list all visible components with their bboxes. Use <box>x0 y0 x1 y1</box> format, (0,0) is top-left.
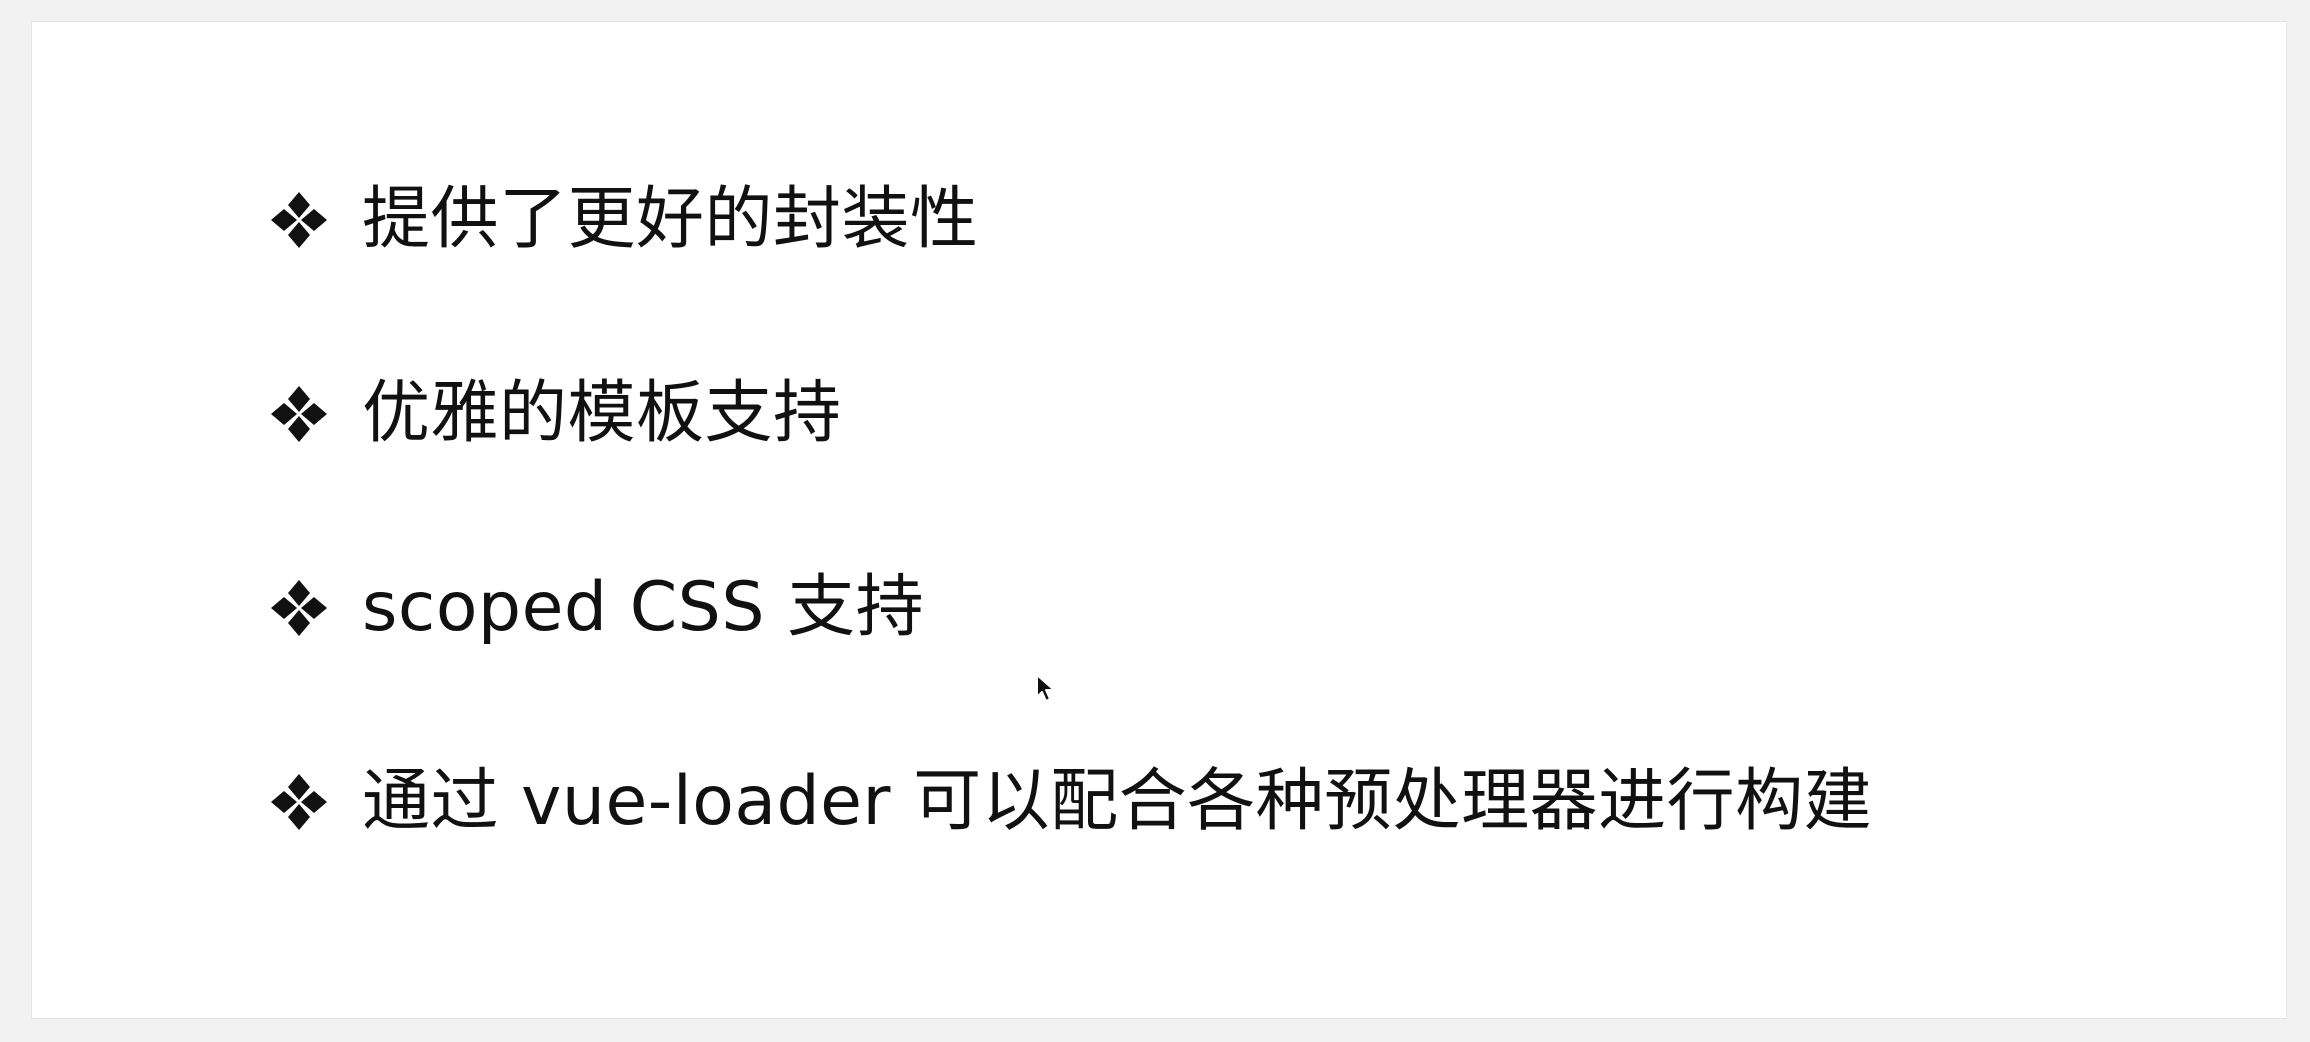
bullet-text: scoped CSS 支持 <box>362 568 925 647</box>
four-diamonds-bullet-icon <box>271 192 327 248</box>
list-item: 优雅的模板支持 <box>268 366 1872 462</box>
bullet-text: 优雅的模板支持 <box>362 374 842 453</box>
four-diamonds-bullet-icon <box>271 580 327 636</box>
four-diamonds-bullet-icon <box>271 386 327 442</box>
mouse-pointer-icon <box>1036 674 1055 702</box>
bullet-text: 提供了更好的封装性 <box>362 180 979 259</box>
list-item: 提供了更好的封装性 <box>268 172 1872 268</box>
list-item: scoped CSS 支持 <box>268 560 1872 656</box>
list-item: 通过 vue-loader 可以配合各种预处理器进行构建 <box>268 754 1872 850</box>
four-diamonds-bullet-icon <box>271 774 327 830</box>
bullet-list: 提供了更好的封装性 优雅的模板支持 scoped CSS 支持 通过 vue-l… <box>268 172 1872 850</box>
presentation-slide: 提供了更好的封装性 优雅的模板支持 scoped CSS 支持 通过 vue-l… <box>32 22 2286 1018</box>
bullet-text: 通过 vue-loader 可以配合各种预处理器进行构建 <box>362 762 1873 841</box>
